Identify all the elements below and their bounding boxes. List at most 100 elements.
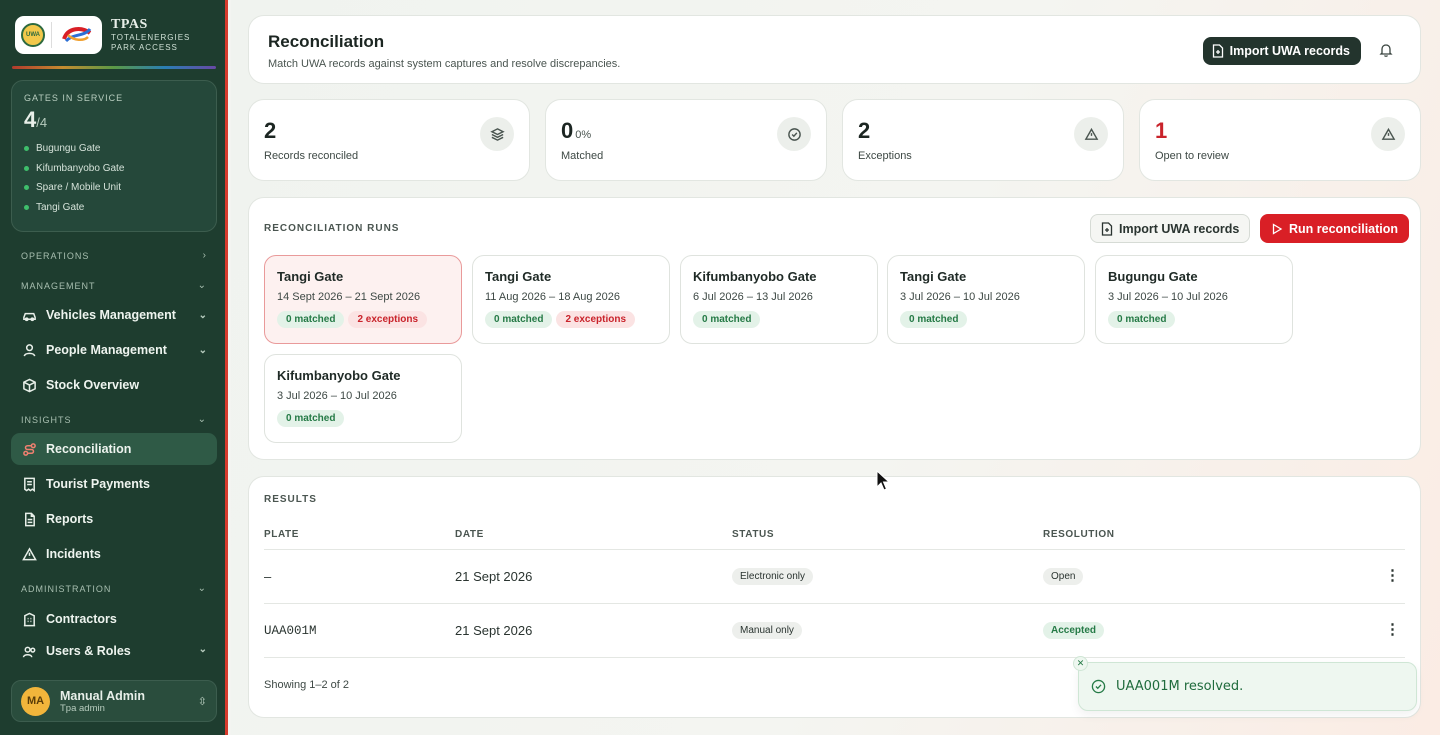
divider bbox=[264, 603, 1405, 604]
sidebar-item-label: Vehicles Management bbox=[46, 308, 176, 322]
close-icon[interactable]: ✕ bbox=[1073, 656, 1088, 671]
user-info: Manual Admin Tpa admin bbox=[60, 689, 145, 714]
alert-triangle-icon bbox=[1371, 117, 1405, 151]
more-vertical-icon[interactable]: ⋮ bbox=[1385, 620, 1400, 638]
play-icon bbox=[1272, 222, 1283, 235]
nav-section-management[interactable]: MANAGEMENT ⌄ bbox=[21, 280, 207, 291]
gate-name: Bugungu Gate bbox=[36, 143, 101, 155]
resolution-badge: Accepted bbox=[1043, 622, 1105, 639]
run-pills: 0 matched 2 exceptions bbox=[485, 311, 657, 328]
stat-value: 2 bbox=[858, 118, 1108, 144]
column-header-status: STATUS bbox=[732, 529, 775, 540]
chevron-down-icon: ⌄ bbox=[197, 280, 207, 291]
import-uwa-records-button-secondary[interactable]: Import UWA records bbox=[1090, 214, 1251, 243]
car-icon bbox=[21, 307, 37, 323]
exceptions-badge: 2 exceptions bbox=[556, 311, 636, 328]
gate-item: Kifumbanyobo Gate bbox=[24, 159, 204, 179]
button-label: Run reconciliation bbox=[1289, 221, 1399, 236]
bell-icon[interactable] bbox=[1378, 42, 1394, 58]
matched-badge: 0 matched bbox=[485, 311, 553, 328]
chevron-down-icon: ⌄ bbox=[197, 414, 207, 425]
toast-notification: ✕ UAA001M resolved. bbox=[1073, 656, 1417, 711]
more-vertical-icon[interactable]: ⋮ bbox=[1385, 566, 1400, 584]
run-card[interactable]: Tangi Gate 11 Aug 2026 – 18 Aug 2026 0 m… bbox=[472, 255, 670, 344]
sidebar-item-people[interactable]: People Management ⌄ bbox=[11, 334, 217, 366]
run-reconciliation-button[interactable]: Run reconciliation bbox=[1260, 214, 1410, 243]
mouse-cursor-icon bbox=[876, 470, 890, 491]
sidebar-item-stock[interactable]: Stock Overview bbox=[11, 369, 217, 401]
section-label: MANAGEMENT bbox=[21, 280, 96, 291]
sidebar-item-incidents[interactable]: Incidents bbox=[11, 538, 217, 570]
uwa-logo: UWA bbox=[21, 23, 45, 47]
nav-section-operations[interactable]: OPERATIONS › bbox=[21, 250, 207, 261]
import-uwa-records-button[interactable]: Import UWA records bbox=[1202, 37, 1361, 65]
run-card[interactable]: Kifumbanyobo Gate 6 Jul 2026 – 13 Jul 20… bbox=[680, 255, 878, 344]
status-dot-icon bbox=[24, 165, 29, 171]
stat-value: 1 bbox=[1155, 118, 1405, 144]
section-title: RESULTS bbox=[264, 494, 317, 505]
logo-divider bbox=[51, 22, 52, 48]
button-label: Import UWA records bbox=[1119, 221, 1240, 236]
chevron-down-icon: ⌄ bbox=[198, 344, 207, 356]
stat-label: Open to review bbox=[1155, 150, 1229, 162]
gates-label: GATES IN SERVICE bbox=[24, 93, 124, 103]
run-gate: Tangi Gate bbox=[900, 269, 967, 284]
sidebar-item-label: Incidents bbox=[46, 547, 101, 561]
gate-list: Bugungu Gate Kifumbanyobo Gate Spare / M… bbox=[24, 139, 204, 217]
gates-count-value: 4 bbox=[24, 107, 37, 132]
user-role: Tpa admin bbox=[60, 702, 105, 714]
button-label: Import UWA records bbox=[1229, 44, 1350, 58]
column-header-resolution: RESOLUTION bbox=[1043, 529, 1115, 540]
gates-count: 4/4 bbox=[24, 107, 204, 133]
run-card[interactable]: Bugungu Gate 3 Jul 2026 – 10 Jul 2026 0 … bbox=[1095, 255, 1293, 344]
sidebar-item-users-roles[interactable]: Users & Roles ⌄ bbox=[11, 638, 217, 660]
resolution-badge: Open bbox=[1043, 568, 1084, 585]
sidebar-item-tourist-payments[interactable]: Tourist Payments bbox=[11, 468, 217, 500]
chevron-down-icon: ⌄ bbox=[198, 309, 207, 321]
matched-badge: 0 matched bbox=[900, 311, 968, 328]
users-icon bbox=[21, 644, 37, 660]
run-card[interactable]: Tangi Gate 14 Sept 2026 – 21 Sept 2026 0… bbox=[264, 255, 462, 344]
stat-number: 1 bbox=[1155, 118, 1168, 143]
cell-date: 21 Sept 2026 bbox=[455, 569, 533, 584]
run-gate: Kifumbanyobo Gate bbox=[693, 269, 817, 284]
cell-plate: UAA001M bbox=[264, 624, 317, 638]
sidebar-item-label: Reconciliation bbox=[46, 442, 132, 456]
file-plus-icon bbox=[1212, 44, 1223, 58]
run-dates: 3 Jul 2026 – 10 Jul 2026 bbox=[1108, 291, 1228, 303]
stat-label: Records reconciled bbox=[264, 150, 359, 162]
matched-badge: 0 matched bbox=[693, 311, 761, 328]
sidebar-item-contractors[interactable]: Contractors bbox=[11, 603, 217, 635]
status-badge: Electronic only bbox=[732, 568, 814, 585]
chevron-down-icon: ⌄ bbox=[197, 583, 207, 594]
sidebar: UWA TPAS TOTALENERGIES PARK ACCESS GATES… bbox=[0, 0, 228, 735]
column-header-date: DATE bbox=[455, 529, 484, 540]
sidebar-item-reports[interactable]: Reports bbox=[11, 503, 217, 535]
cell-plate: – bbox=[264, 569, 272, 584]
section-label: INSIGHTS bbox=[21, 414, 72, 425]
run-card[interactable]: Kifumbanyobo Gate 3 Jul 2026 – 10 Jul 20… bbox=[264, 354, 462, 443]
section-title: RECONCILIATION RUNS bbox=[264, 223, 400, 234]
nav-section-insights[interactable]: INSIGHTS ⌄ bbox=[21, 414, 207, 425]
run-pills: 0 matched bbox=[1108, 311, 1280, 328]
run-gate: Bugungu Gate bbox=[1108, 269, 1198, 284]
box-icon bbox=[21, 377, 37, 393]
run-gate: Tangi Gate bbox=[485, 269, 552, 284]
stat-label: Matched bbox=[561, 150, 604, 162]
section-label: ADMINISTRATION bbox=[21, 583, 112, 594]
nav-section-administration[interactable]: ADMINISTRATION ⌄ bbox=[21, 583, 207, 594]
user-menu[interactable]: MA Manual Admin Tpa admin ⇳ bbox=[11, 680, 217, 722]
status-dot-icon bbox=[24, 146, 29, 152]
sidebar-item-label: Stock Overview bbox=[46, 378, 140, 392]
sidebar-item-label: Users & Roles bbox=[46, 644, 131, 658]
avatar: MA bbox=[21, 686, 50, 716]
sidebar-item-vehicles[interactable]: Vehicles Management ⌄ bbox=[11, 299, 217, 331]
stat-card-exceptions: 2 Exceptions bbox=[842, 99, 1124, 181]
status-badge: Manual only bbox=[732, 622, 802, 639]
run-card[interactable]: Tangi Gate 3 Jul 2026 – 10 Jul 2026 0 ma… bbox=[887, 255, 1085, 344]
brand-subtitle-2: PARK ACCESS bbox=[111, 43, 178, 52]
sidebar-item-label: Reports bbox=[46, 512, 94, 526]
sidebar-item-reconciliation[interactable]: Reconciliation bbox=[11, 433, 217, 465]
sidebar-item-label: Contractors bbox=[46, 612, 117, 626]
cell-date: 21 Sept 2026 bbox=[455, 623, 533, 638]
